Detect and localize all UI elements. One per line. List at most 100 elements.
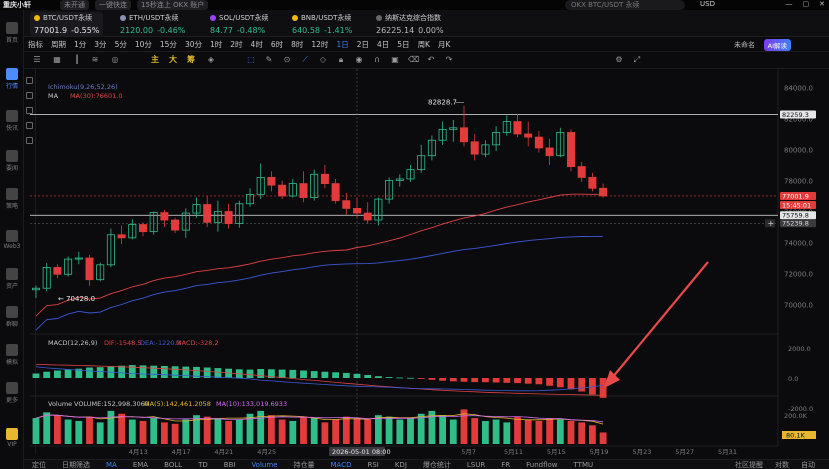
candle-body[interactable] [171,219,180,231]
volume-bar [203,416,211,444]
volume-bar [235,419,243,444]
volume-bar [257,410,265,444]
candle-body[interactable] [363,212,372,221]
candle-body[interactable] [299,183,308,198]
candle-body[interactable] [352,207,361,214]
candle-body[interactable] [53,267,62,275]
bottom-item-6[interactable]: BBI [224,461,236,469]
candle-body[interactable] [320,173,329,185]
macd-bar [396,377,404,379]
volume-bar [342,416,350,444]
volume-legend-title[interactable]: Volume [48,400,72,408]
ma-legend-title[interactable]: MA [48,92,58,100]
candle-body[interactable] [203,204,212,223]
ichimoku-legend[interactable]: Ichimoku(9,26,52,26) [48,83,118,91]
ma30-legend: MA(30):76601.0 [70,92,123,100]
macd-bar [546,378,553,386]
candle-body[interactable] [278,184,287,197]
annotation-arrow-line [611,261,709,379]
volume-bar [310,418,318,444]
time-tick-label: 4月21 [214,448,233,456]
macd-bar [342,372,350,378]
bottom-item-16[interactable]: TTMU [574,461,594,469]
candle-body[interactable] [459,127,468,143]
bottom-item-2[interactable]: MA [106,461,117,469]
volume-bar [503,422,511,444]
candle-body[interactable] [588,176,597,189]
bottom-item-12[interactable]: 爆仓统计 [423,460,451,469]
candle-body[interactable] [160,212,169,221]
price-tick-label: 72000.0 [784,271,813,279]
volume-tick-label: 200.0K [784,412,808,420]
macd-bar [96,367,104,378]
macd-bar [503,378,511,383]
macd-bar [86,367,93,378]
bottom-item-5[interactable]: TD [198,461,208,469]
bottom-item-14[interactable]: FR [501,461,510,469]
app-window: 重庆小轩 未开通 一键快连 15秒连上 OKX 账户 OKX BTC/USDT … [0,0,829,469]
bottom-item-13[interactable]: LSUR [467,461,485,469]
bottom-item-10[interactable]: RSI [367,461,378,469]
volume-bar [321,422,329,444]
volume-bar [43,412,51,444]
candle-body[interactable] [470,141,479,155]
macd-dif: DIF:-1548.5 [104,339,142,347]
candle-body[interactable] [331,183,340,202]
candle-body[interactable] [224,211,233,224]
macd-bar [492,378,500,383]
macd-legend-title[interactable]: MACD(12,26,9) [48,339,97,347]
bottom-item-15[interactable]: Fundflow [526,461,557,469]
candle-body[interactable] [267,176,276,186]
macd-bar [54,370,61,378]
candle-body[interactable] [524,133,533,138]
candle-body[interactable] [567,132,576,167]
bottom-item-0[interactable]: 定位 [32,460,46,469]
price-chart[interactable]: 84000.082000.080000.078000.076000.074000… [0,0,829,469]
bottom-item-3[interactable]: EMA [133,461,148,469]
macd-bar [32,373,40,378]
time-tick-label: 5月23 [632,448,651,456]
candle-body[interactable] [85,257,94,281]
volume-bar [599,432,607,444]
volume-bar [139,420,147,444]
bottom-item-8[interactable]: 持仓量 [293,460,314,469]
candle-body[interactable] [545,147,554,157]
candle-body[interactable] [138,224,147,233]
volume-bar [171,423,179,444]
macd-bar [300,370,307,378]
volume-bar [75,420,83,444]
bottom-item-9[interactable]: MACD [330,461,351,469]
volume-bar [407,418,414,444]
macd-bar [43,371,51,378]
price-tag-label: 15:45:01 [782,201,811,209]
bottom-item-7[interactable]: Volume [251,461,277,469]
bottom-right-0[interactable]: 社区提醒 [735,460,763,469]
candle-body[interactable] [599,187,608,197]
macd-bar [578,378,586,392]
crosshair-date-label: 2026-05-01 08:00 [332,448,391,456]
candle-body[interactable] [513,121,522,135]
bottom-item-11[interactable]: KDJ [395,461,407,469]
bottom-right-2[interactable]: 自动 [801,460,815,469]
candle-body[interactable] [577,166,586,178]
volume-bar [546,418,553,444]
candle-body[interactable] [117,234,126,239]
time-tick-label: 4月13 [129,448,148,456]
volume-bar [300,416,307,444]
bottom-item-4[interactable]: BOLL [164,461,182,469]
candle-body[interactable] [342,200,351,209]
volume-bar [556,419,564,444]
macd-tick-label: 2000.0 [788,345,811,353]
bottom-item-1[interactable]: 日期筛选 [62,460,90,469]
volume-value: VOLUME:152,998.3060 [74,400,149,408]
candle-body[interactable] [534,136,543,149]
volume-ma10: MA(10):133,019.6933 [216,400,288,408]
ma-blue-line [35,235,604,331]
volume-bar [471,418,479,444]
macd-bar [289,369,297,378]
volume-bar [375,415,382,444]
low-annotation: ← 70428.0 [58,295,95,303]
macd-bar [482,378,489,383]
bottom-right-1[interactable]: 对数 [775,460,789,469]
volume-ma5: MA(5):142,461.2058 [144,400,211,408]
